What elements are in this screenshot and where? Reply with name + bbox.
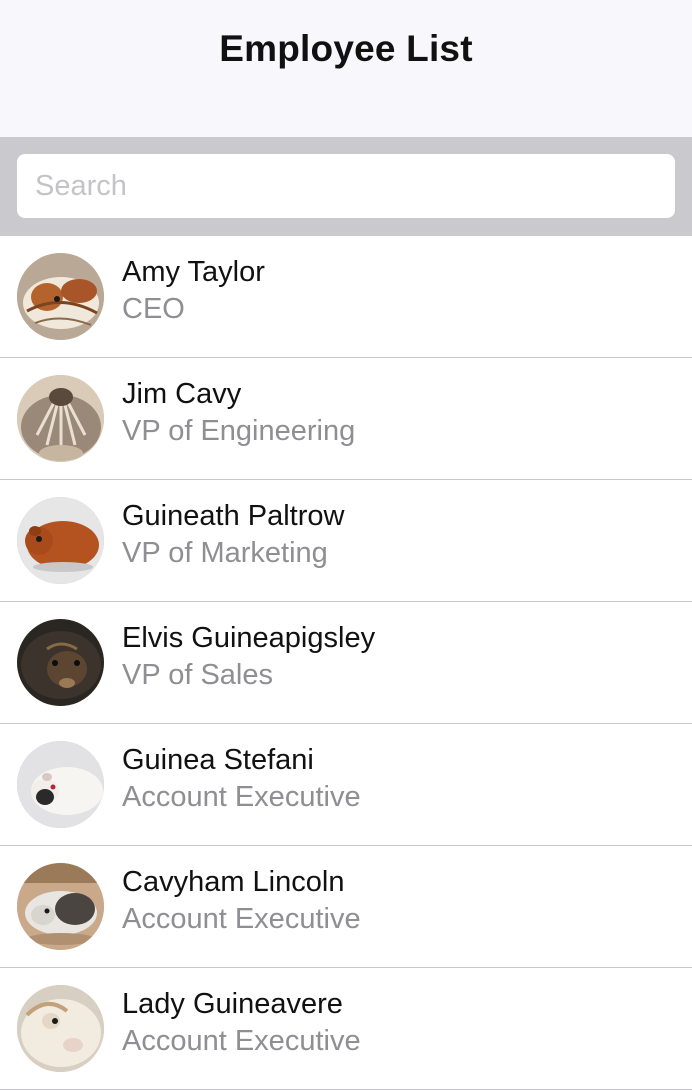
employee-title: VP of Engineering (122, 415, 356, 447)
employee-title: VP of Sales (122, 659, 274, 691)
employee-row[interactable]: Guineath Paltrow VP of Marketing (0, 480, 692, 602)
employee-list: Amy Taylor CEO Jim Cavy VP of Engineerin… (0, 236, 692, 1090)
employee-row[interactable]: Guinea Stefani Account Executive (0, 724, 692, 846)
avatar-photo (17, 863, 104, 950)
employee-title: Account Executive (122, 781, 361, 813)
avatar-photo (17, 741, 104, 828)
search-bar (0, 137, 692, 236)
employee-name: Lady Guineavere (122, 988, 343, 1020)
employee-name: Jim Cavy (122, 378, 242, 410)
employee-title: Account Executive (122, 903, 361, 935)
employee-row[interactable]: Amy Taylor CEO (0, 236, 692, 358)
avatar-photo (17, 375, 104, 462)
employee-title: VP of Marketing (122, 537, 328, 569)
employee-name: Amy Taylor (122, 256, 265, 288)
avatar-photo (17, 253, 104, 340)
employee-name: Elvis Guineapigsley (122, 622, 376, 654)
employee-name: Guineath Paltrow (122, 500, 345, 532)
employee-row[interactable]: Elvis Guineapigsley VP of Sales (0, 602, 692, 724)
employee-name: Guinea Stefani (122, 744, 314, 776)
employee-name: Cavyham Lincoln (122, 866, 345, 898)
employee-row[interactable]: Cavyham Lincoln Account Executive (0, 846, 692, 968)
employee-row[interactable]: Lady Guineavere Account Executive (0, 968, 692, 1090)
avatar-photo (17, 497, 104, 584)
avatar-photo (17, 985, 104, 1072)
avatar (17, 741, 104, 828)
avatar (17, 497, 104, 584)
navigation-bar: Employee List (0, 0, 692, 137)
employee-title: CEO (122, 293, 185, 325)
avatar (17, 863, 104, 950)
search-input[interactable] (17, 154, 675, 218)
avatar-photo (17, 619, 104, 706)
avatar (17, 375, 104, 462)
avatar (17, 253, 104, 340)
page-title: Employee List (219, 28, 473, 69)
employee-row[interactable]: Jim Cavy VP of Engineering (0, 358, 692, 480)
avatar (17, 619, 104, 706)
employee-title: Account Executive (122, 1025, 361, 1057)
avatar (17, 985, 104, 1072)
